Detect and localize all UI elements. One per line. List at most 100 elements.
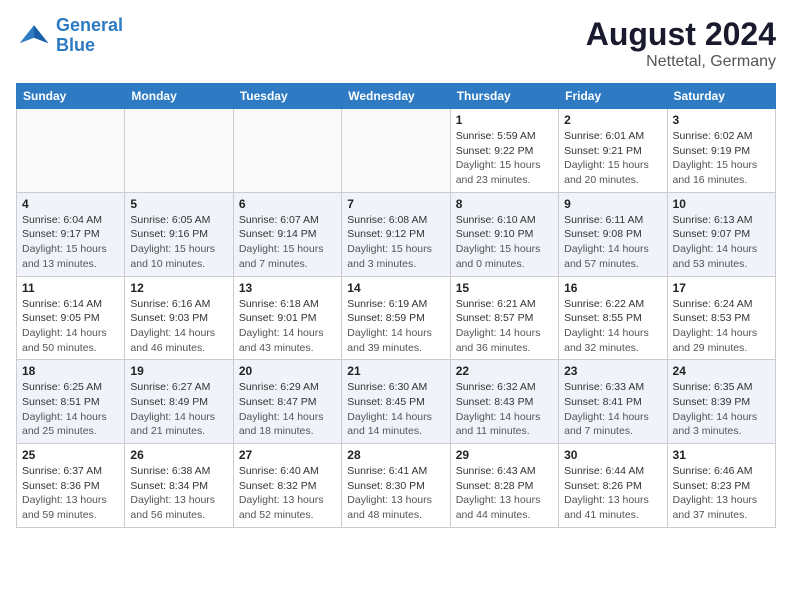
calendar-cell-4-3: 28 Sunrise: 6:41 AM Sunset: 8:30 PM Dayl… (342, 444, 450, 528)
day-info: Sunrise: 6:04 AM Sunset: 9:17 PM Dayligh… (22, 213, 119, 272)
calendar-cell-0-2 (233, 109, 341, 193)
week-row-3: 11 Sunrise: 6:14 AM Sunset: 9:05 PM Dayl… (17, 276, 776, 360)
calendar-cell-4-4: 29 Sunrise: 6:43 AM Sunset: 8:28 PM Dayl… (450, 444, 558, 528)
calendar-cell-3-6: 24 Sunrise: 6:35 AM Sunset: 8:39 PM Dayl… (667, 360, 775, 444)
day-info: Sunrise: 5:59 AM Sunset: 9:22 PM Dayligh… (456, 129, 553, 188)
day-info: Sunrise: 6:07 AM Sunset: 9:14 PM Dayligh… (239, 213, 336, 272)
calendar-cell-3-2: 20 Sunrise: 6:29 AM Sunset: 8:47 PM Dayl… (233, 360, 341, 444)
day-number: 25 (22, 448, 119, 462)
calendar-cell-3-4: 22 Sunrise: 6:32 AM Sunset: 8:43 PM Dayl… (450, 360, 558, 444)
calendar-cell-3-0: 18 Sunrise: 6:25 AM Sunset: 8:51 PM Dayl… (17, 360, 125, 444)
week-row-2: 4 Sunrise: 6:04 AM Sunset: 9:17 PM Dayli… (17, 192, 776, 276)
calendar-cell-1-5: 9 Sunrise: 6:11 AM Sunset: 9:08 PM Dayli… (559, 192, 667, 276)
calendar-cell-0-4: 1 Sunrise: 5:59 AM Sunset: 9:22 PM Dayli… (450, 109, 558, 193)
title-block: August 2024 Nettetal, Germany (586, 16, 776, 71)
day-info: Sunrise: 6:38 AM Sunset: 8:34 PM Dayligh… (130, 464, 227, 523)
calendar-cell-2-2: 13 Sunrise: 6:18 AM Sunset: 9:01 PM Dayl… (233, 276, 341, 360)
logo-icon (16, 18, 52, 54)
header-thursday: Thursday (450, 84, 558, 109)
day-info: Sunrise: 6:41 AM Sunset: 8:30 PM Dayligh… (347, 464, 444, 523)
day-info: Sunrise: 6:22 AM Sunset: 8:55 PM Dayligh… (564, 297, 661, 356)
day-info: Sunrise: 6:30 AM Sunset: 8:45 PM Dayligh… (347, 380, 444, 439)
calendar-header-row: Sunday Monday Tuesday Wednesday Thursday… (17, 84, 776, 109)
day-number: 3 (673, 113, 770, 127)
day-info: Sunrise: 6:29 AM Sunset: 8:47 PM Dayligh… (239, 380, 336, 439)
logo-text: General Blue (56, 16, 123, 56)
day-number: 6 (239, 197, 336, 211)
day-number: 12 (130, 281, 227, 295)
day-number: 13 (239, 281, 336, 295)
day-info: Sunrise: 6:01 AM Sunset: 9:21 PM Dayligh… (564, 129, 661, 188)
day-info: Sunrise: 6:13 AM Sunset: 9:07 PM Dayligh… (673, 213, 770, 272)
calendar-cell-2-4: 15 Sunrise: 6:21 AM Sunset: 8:57 PM Dayl… (450, 276, 558, 360)
day-number: 27 (239, 448, 336, 462)
day-info: Sunrise: 6:44 AM Sunset: 8:26 PM Dayligh… (564, 464, 661, 523)
day-number: 2 (564, 113, 661, 127)
calendar-cell-1-6: 10 Sunrise: 6:13 AM Sunset: 9:07 PM Dayl… (667, 192, 775, 276)
day-info: Sunrise: 6:14 AM Sunset: 9:05 PM Dayligh… (22, 297, 119, 356)
day-info: Sunrise: 6:21 AM Sunset: 8:57 PM Dayligh… (456, 297, 553, 356)
day-number: 7 (347, 197, 444, 211)
calendar-cell-1-0: 4 Sunrise: 6:04 AM Sunset: 9:17 PM Dayli… (17, 192, 125, 276)
calendar-cell-3-3: 21 Sunrise: 6:30 AM Sunset: 8:45 PM Dayl… (342, 360, 450, 444)
day-info: Sunrise: 6:02 AM Sunset: 9:19 PM Dayligh… (673, 129, 770, 188)
calendar-cell-3-1: 19 Sunrise: 6:27 AM Sunset: 8:49 PM Dayl… (125, 360, 233, 444)
week-row-1: 1 Sunrise: 5:59 AM Sunset: 9:22 PM Dayli… (17, 109, 776, 193)
calendar-cell-2-6: 17 Sunrise: 6:24 AM Sunset: 8:53 PM Dayl… (667, 276, 775, 360)
day-number: 11 (22, 281, 119, 295)
header-monday: Monday (125, 84, 233, 109)
day-info: Sunrise: 6:10 AM Sunset: 9:10 PM Dayligh… (456, 213, 553, 272)
day-number: 22 (456, 364, 553, 378)
calendar-table: Sunday Monday Tuesday Wednesday Thursday… (16, 83, 776, 528)
day-info: Sunrise: 6:27 AM Sunset: 8:49 PM Dayligh… (130, 380, 227, 439)
day-info: Sunrise: 6:08 AM Sunset: 9:12 PM Dayligh… (347, 213, 444, 272)
calendar-cell-4-1: 26 Sunrise: 6:38 AM Sunset: 8:34 PM Dayl… (125, 444, 233, 528)
day-number: 8 (456, 197, 553, 211)
calendar-cell-4-2: 27 Sunrise: 6:40 AM Sunset: 8:32 PM Dayl… (233, 444, 341, 528)
calendar-cell-4-0: 25 Sunrise: 6:37 AM Sunset: 8:36 PM Dayl… (17, 444, 125, 528)
calendar-cell-2-0: 11 Sunrise: 6:14 AM Sunset: 9:05 PM Dayl… (17, 276, 125, 360)
day-number: 5 (130, 197, 227, 211)
day-number: 9 (564, 197, 661, 211)
header-sunday: Sunday (17, 84, 125, 109)
day-number: 23 (564, 364, 661, 378)
calendar-cell-2-5: 16 Sunrise: 6:22 AM Sunset: 8:55 PM Dayl… (559, 276, 667, 360)
logo: General Blue (16, 16, 123, 56)
day-number: 28 (347, 448, 444, 462)
day-info: Sunrise: 6:37 AM Sunset: 8:36 PM Dayligh… (22, 464, 119, 523)
month-year: August 2024 (586, 16, 776, 53)
day-number: 20 (239, 364, 336, 378)
day-number: 15 (456, 281, 553, 295)
day-number: 1 (456, 113, 553, 127)
day-info: Sunrise: 6:24 AM Sunset: 8:53 PM Dayligh… (673, 297, 770, 356)
calendar-cell-0-6: 3 Sunrise: 6:02 AM Sunset: 9:19 PM Dayli… (667, 109, 775, 193)
calendar-cell-0-0 (17, 109, 125, 193)
header-wednesday: Wednesday (342, 84, 450, 109)
header-friday: Friday (559, 84, 667, 109)
day-info: Sunrise: 6:32 AM Sunset: 8:43 PM Dayligh… (456, 380, 553, 439)
day-info: Sunrise: 6:43 AM Sunset: 8:28 PM Dayligh… (456, 464, 553, 523)
day-number: 29 (456, 448, 553, 462)
day-number: 19 (130, 364, 227, 378)
calendar-cell-4-5: 30 Sunrise: 6:44 AM Sunset: 8:26 PM Dayl… (559, 444, 667, 528)
day-info: Sunrise: 6:40 AM Sunset: 8:32 PM Dayligh… (239, 464, 336, 523)
day-info: Sunrise: 6:18 AM Sunset: 9:01 PM Dayligh… (239, 297, 336, 356)
header-tuesday: Tuesday (233, 84, 341, 109)
calendar-cell-2-1: 12 Sunrise: 6:16 AM Sunset: 9:03 PM Dayl… (125, 276, 233, 360)
day-number: 17 (673, 281, 770, 295)
day-info: Sunrise: 6:05 AM Sunset: 9:16 PM Dayligh… (130, 213, 227, 272)
day-number: 4 (22, 197, 119, 211)
calendar-cell-4-6: 31 Sunrise: 6:46 AM Sunset: 8:23 PM Dayl… (667, 444, 775, 528)
page-header: General Blue August 2024 Nettetal, Germa… (16, 16, 776, 71)
day-info: Sunrise: 6:33 AM Sunset: 8:41 PM Dayligh… (564, 380, 661, 439)
day-number: 16 (564, 281, 661, 295)
day-info: Sunrise: 6:11 AM Sunset: 9:08 PM Dayligh… (564, 213, 661, 272)
day-info: Sunrise: 6:46 AM Sunset: 8:23 PM Dayligh… (673, 464, 770, 523)
calendar-cell-3-5: 23 Sunrise: 6:33 AM Sunset: 8:41 PM Dayl… (559, 360, 667, 444)
week-row-4: 18 Sunrise: 6:25 AM Sunset: 8:51 PM Dayl… (17, 360, 776, 444)
day-info: Sunrise: 6:35 AM Sunset: 8:39 PM Dayligh… (673, 380, 770, 439)
calendar-cell-2-3: 14 Sunrise: 6:19 AM Sunset: 8:59 PM Dayl… (342, 276, 450, 360)
calendar-cell-1-4: 8 Sunrise: 6:10 AM Sunset: 9:10 PM Dayli… (450, 192, 558, 276)
day-number: 26 (130, 448, 227, 462)
day-number: 30 (564, 448, 661, 462)
